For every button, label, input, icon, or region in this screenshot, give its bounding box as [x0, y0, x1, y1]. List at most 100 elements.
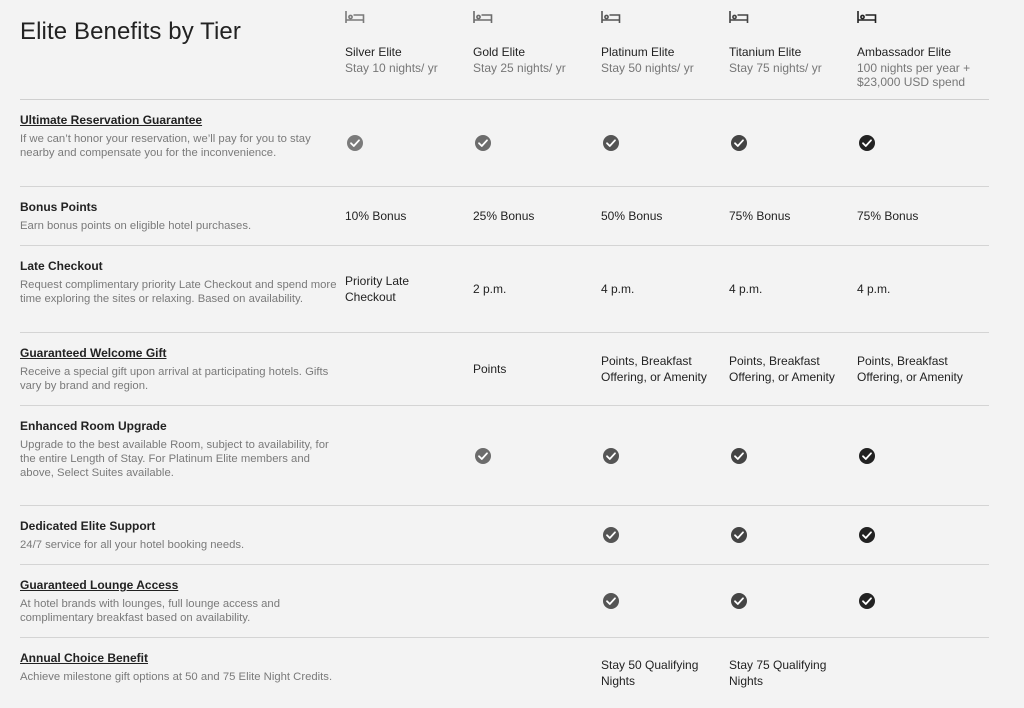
tier-value-cell: [345, 100, 473, 186]
tier-value-cell: Points, Breakfast Offering, or Amenity: [601, 333, 729, 405]
tier-value-cell: [857, 406, 989, 505]
tier-requirement: Stay 10 nights/ yr: [345, 61, 438, 75]
tier-name: Silver Elite: [345, 45, 402, 59]
bed-icon: [473, 11, 493, 23]
tier-value-cell: [601, 506, 729, 564]
tier-value-cell: Stay 75 Qualifying Nights: [729, 638, 857, 708]
tier-value-cell: [729, 100, 857, 186]
check-circle-icon: [603, 447, 619, 464]
check-circle-icon: [475, 447, 491, 464]
check-circle-icon: [731, 447, 747, 464]
benefit-name[interactable]: Guaranteed Lounge Access: [20, 578, 345, 593]
check-circle-icon: [603, 135, 619, 151]
tier-requirement: Stay 50 nights/ yr: [601, 61, 694, 75]
tier-value-cell: [729, 565, 857, 637]
benefit-info: Guaranteed Welcome Gift Receive a specia…: [20, 333, 345, 405]
tier-value-cell: Stay 50 Qualifying Nights: [601, 638, 729, 708]
tier-value-text: Points, Breakfast Offering, or Amenity: [857, 354, 963, 384]
tier-value-cell: [729, 506, 857, 564]
title-cell: Elite Benefits by Tier: [20, 0, 345, 99]
tier-value-cell: 50% Bonus: [601, 187, 729, 245]
tier-value-text: Points: [473, 362, 507, 376]
tier-value-cell: [473, 406, 601, 505]
tier-name: Titanium Elite: [729, 45, 802, 59]
benefit-name[interactable]: Ultimate Reservation Guarantee: [20, 113, 345, 128]
bed-icon: [729, 11, 749, 23]
benefit-description: Earn bonus points on eligible hotel purc…: [20, 220, 252, 232]
tier-value-cell: [857, 100, 989, 186]
check-circle-icon: [859, 447, 875, 464]
tier-value-cell: Priority Late Checkout: [345, 246, 473, 332]
tier-headers: Silver Elite Stay 10 nights/ yr Gold Eli…: [345, 0, 989, 99]
check-circle-icon: [859, 135, 875, 151]
tier-value-cell: 75% Bonus: [729, 187, 857, 245]
check-circle-icon: [859, 527, 875, 543]
check-circle-icon: [731, 135, 747, 151]
tier-value-cell: 4 p.m.: [729, 246, 857, 332]
benefit-info: Annual Choice Benefit Achieve milestone …: [20, 638, 345, 708]
benefit-description: At hotel brands with lounges, full loung…: [20, 598, 280, 624]
tier-value-cell: [857, 506, 989, 564]
tier-value-text: Stay 50 Qualifying Nights: [601, 658, 699, 688]
tier-value-empty: [345, 333, 473, 405]
tier-header: Silver Elite Stay 10 nights/ yr: [345, 0, 473, 99]
benefit-row: Bonus Points Earn bonus points on eligib…: [20, 187, 989, 246]
benefit-row: Late Checkout Request complimentary prio…: [20, 246, 989, 333]
benefit-name[interactable]: Annual Choice Benefit: [20, 651, 345, 666]
tier-value-text: Points, Breakfast Offering, or Amenity: [601, 354, 707, 384]
tier-value-empty: [473, 506, 601, 564]
tier-header: Titanium Elite Stay 75 nights/ yr: [729, 0, 857, 99]
tier-value-empty: [345, 506, 473, 564]
tier-value-text: 4 p.m.: [729, 282, 763, 296]
tier-value-text: 10% Bonus: [345, 209, 407, 223]
benefit-row: Enhanced Room Upgrade Upgrade to the bes…: [20, 406, 989, 506]
bed-icon: [857, 11, 877, 23]
check-circle-icon: [475, 135, 491, 151]
tier-value-cell: 10% Bonus: [345, 187, 473, 245]
benefit-name: Enhanced Room Upgrade: [20, 419, 167, 433]
page-title: Elite Benefits by Tier: [20, 18, 241, 45]
benefit-info: Ultimate Reservation Guarantee If we can…: [20, 100, 345, 186]
tier-value-cell: [601, 565, 729, 637]
tier-value-text: Stay 75 Qualifying Nights: [729, 658, 827, 688]
bed-icon: [601, 11, 621, 23]
benefit-info: Guaranteed Lounge Access At hotel brands…: [20, 565, 345, 637]
tier-value-cell: 2 p.m.: [473, 246, 601, 332]
tier-value-empty: [473, 565, 601, 637]
tier-value-cell: [857, 565, 989, 637]
benefit-description: 24/7 service for all your hotel booking …: [20, 539, 245, 551]
tier-value-text: Points, Breakfast Offering, or Amenity: [729, 354, 835, 384]
check-circle-icon: [859, 593, 875, 609]
tier-value-cell: [601, 406, 729, 505]
tier-value-text: 50% Bonus: [601, 209, 663, 223]
tier-value-text: 75% Bonus: [729, 209, 791, 223]
bed-icon: [345, 11, 365, 23]
tier-value-cell: [601, 100, 729, 186]
tier-value-empty: [473, 638, 601, 708]
benefit-name[interactable]: Guaranteed Welcome Gift: [20, 346, 345, 361]
check-circle-icon: [603, 593, 619, 609]
check-circle-icon: [347, 135, 363, 151]
table-header: Elite Benefits by Tier Silver Elite Stay…: [20, 0, 989, 100]
tier-value-cell: Points, Breakfast Offering, or Amenity: [729, 333, 857, 405]
check-circle-icon: [731, 593, 747, 609]
tier-header: Platinum Elite Stay 50 nights/ yr: [601, 0, 729, 99]
tier-value-cell: [729, 406, 857, 505]
benefit-info: Enhanced Room Upgrade Upgrade to the bes…: [20, 406, 345, 505]
tier-value-text: 4 p.m.: [857, 282, 891, 296]
tier-value-text: Priority Late Checkout: [345, 274, 410, 304]
tier-name: Gold Elite: [473, 45, 526, 59]
benefit-name: Late Checkout: [20, 259, 103, 273]
benefit-name: Dedicated Elite Support: [20, 519, 156, 533]
tier-value-cell: Points, Breakfast Offering, or Amenity: [857, 333, 989, 405]
benefit-name: Bonus Points: [20, 200, 98, 214]
benefit-row: Dedicated Elite Support 24/7 service for…: [20, 506, 989, 565]
check-circle-icon: [603, 527, 619, 543]
tier-value-text: 25% Bonus: [473, 209, 535, 223]
benefit-row: Annual Choice Benefit Achieve milestone …: [20, 638, 989, 708]
benefit-row: Ultimate Reservation Guarantee If we can…: [20, 100, 989, 187]
tier-value-cell: [473, 100, 601, 186]
tier-value-cell: 75% Bonus: [857, 187, 989, 245]
tier-value-cell: 4 p.m.: [601, 246, 729, 332]
benefit-description: Achieve milestone gift options at 50 and…: [20, 671, 333, 683]
